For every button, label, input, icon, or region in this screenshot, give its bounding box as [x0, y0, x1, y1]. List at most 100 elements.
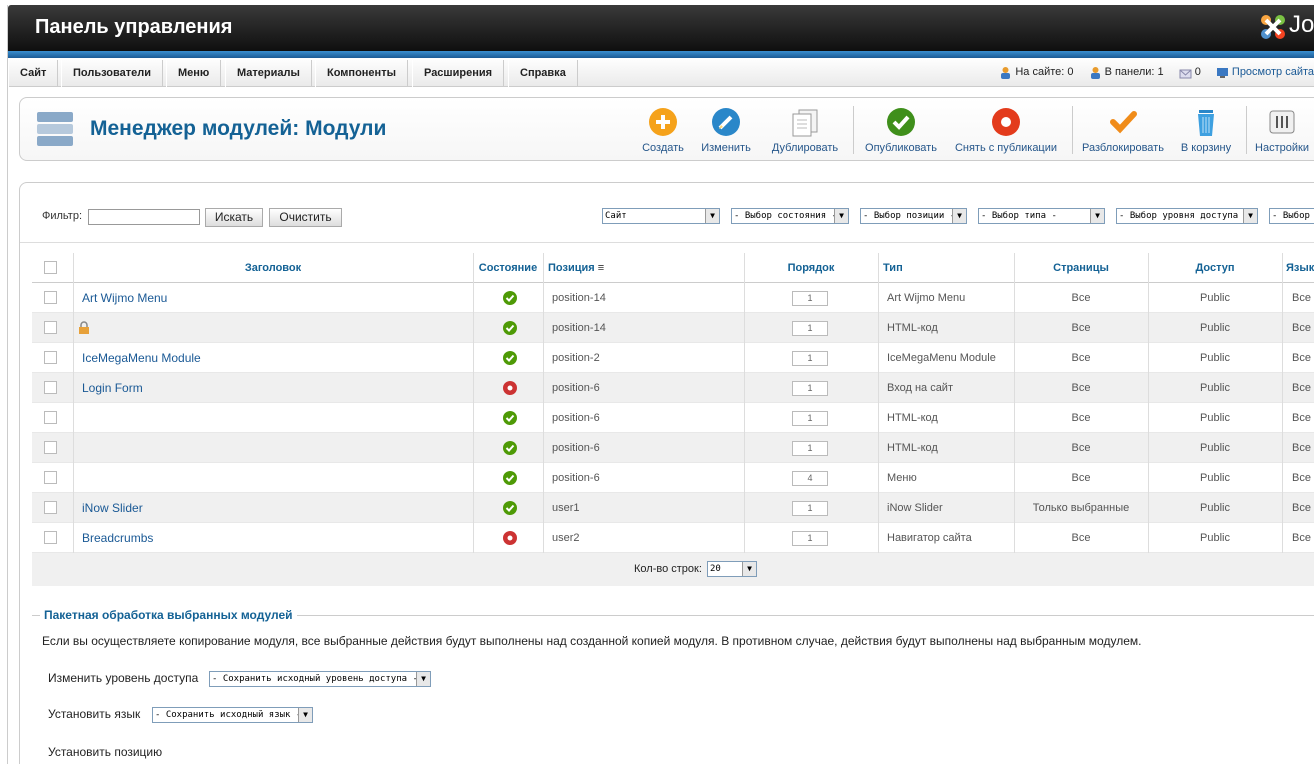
col-position[interactable]: Позиция ≡: [548, 253, 628, 283]
module-title-link[interactable]: Art Wijmo Menu: [82, 283, 462, 313]
messages-status[interactable]: 0: [1179, 60, 1201, 85]
batch-access-label: Изменить уровень доступа: [48, 671, 199, 685]
row-checkbox[interactable]: [44, 411, 57, 424]
copy-button[interactable]: Дублировать: [768, 104, 842, 154]
published-icon[interactable]: [503, 351, 517, 365]
pages-cell: Все: [1071, 382, 1091, 394]
col-pages[interactable]: Страницы: [1015, 253, 1147, 283]
module-title-link[interactable]: [82, 433, 462, 463]
clear-button[interactable]: Очистить: [269, 208, 342, 227]
pages-cell: Все: [1071, 442, 1091, 454]
filter-search-input[interactable]: [88, 209, 200, 225]
search-button[interactable]: Искать: [205, 208, 263, 227]
ordering-input[interactable]: 1: [792, 351, 828, 366]
language-select[interactable]: - Выбор я: [1269, 208, 1314, 224]
users-panel-status[interactable]: В панели: 1: [1089, 60, 1164, 85]
row-checkbox[interactable]: [44, 441, 57, 454]
chevron-down-icon: ▼: [834, 209, 848, 223]
table-row: IceMegaMenu Module position-2 1 IceMegaMenu…: [32, 343, 1314, 373]
client-select[interactable]: Сайт ▼: [602, 208, 720, 224]
column-divider: [744, 313, 745, 343]
col-ordering[interactable]: Порядок: [745, 253, 877, 283]
new-button[interactable]: Создать: [635, 104, 691, 154]
ordering-input[interactable]: 1: [792, 321, 828, 336]
ordering-input[interactable]: 1: [792, 531, 828, 546]
edit-button[interactable]: Изменить: [698, 104, 754, 154]
batch-access-select[interactable]: - Сохранить исходный уровень доступа - ▼: [209, 671, 431, 687]
users-online-status[interactable]: На сайте: 0: [999, 60, 1074, 85]
unpublish-button[interactable]: Снять с публикации: [953, 104, 1059, 154]
rows-per-page-select[interactable]: 20 ▼: [707, 561, 757, 577]
row-checkbox[interactable]: [44, 351, 57, 364]
col-type[interactable]: Тип: [883, 253, 1013, 283]
published-icon[interactable]: [503, 501, 517, 515]
ordering-input[interactable]: 1: [792, 411, 828, 426]
col-state[interactable]: Состояние: [474, 253, 542, 283]
menu-users[interactable]: Пользователи: [61, 60, 164, 87]
access-select[interactable]: - Выбор уровня доступа - ▼: [1116, 208, 1258, 224]
type-cell: iNow Slider: [887, 502, 943, 514]
ordering-input[interactable]: 1: [792, 441, 828, 456]
copy-icon: [792, 109, 818, 137]
checkin-button[interactable]: Разблокировать: [1080, 104, 1166, 154]
col-access[interactable]: Доступ: [1149, 253, 1281, 283]
ordering-input[interactable]: 1: [792, 381, 828, 396]
menu-components[interactable]: Компоненты: [315, 60, 408, 87]
menu-extensions[interactable]: Расширения: [412, 60, 505, 87]
module-title-link[interactable]: [82, 403, 462, 433]
column-divider: [473, 313, 474, 343]
row-checkbox[interactable]: [44, 531, 57, 544]
published-icon[interactable]: [503, 441, 517, 455]
type-select[interactable]: - Выбор типа - ▼: [978, 208, 1105, 224]
col-language[interactable]: Язык: [1286, 253, 1314, 283]
row-checkbox[interactable]: [44, 381, 57, 394]
preview-site-link[interactable]: Просмотр сайта: [1216, 60, 1314, 85]
batch-language-select[interactable]: - Сохранить исходный язык - ▼: [152, 707, 313, 723]
row-checkbox[interactable]: [44, 471, 57, 484]
publish-icon: [887, 108, 915, 136]
column-divider: [744, 433, 745, 463]
ordering-input[interactable]: 1: [792, 291, 828, 306]
column-divider: [73, 493, 74, 523]
module-title-link[interactable]: Breadcrumbs: [82, 523, 462, 553]
module-title-link[interactable]: IceMegaMenu Module: [82, 343, 462, 373]
ordering-input[interactable]: 4: [792, 471, 828, 486]
options-button[interactable]: Настройки: [1254, 104, 1310, 154]
module-title-link[interactable]: [82, 313, 462, 343]
position-select[interactable]: - Выбор позиции - ▼: [860, 208, 967, 224]
module-title-link[interactable]: iNow Slider: [82, 493, 462, 523]
menu-content[interactable]: Материалы: [225, 60, 312, 87]
row-checkbox[interactable]: [44, 291, 57, 304]
column-divider: [473, 403, 474, 433]
trash-button[interactable]: В корзину: [1178, 104, 1234, 154]
menu-site[interactable]: Сайт: [8, 60, 59, 87]
row-checkbox[interactable]: [44, 501, 57, 514]
row-checkbox[interactable]: [44, 321, 57, 334]
mail-icon: [1179, 69, 1192, 79]
column-divider: [73, 523, 74, 553]
column-divider: [1282, 493, 1283, 523]
published-icon[interactable]: [503, 321, 517, 335]
status-area: На сайте: 0 В панели: 1 0 Просмотр сайта: [987, 60, 1314, 87]
column-divider: [1282, 433, 1283, 463]
menu-help[interactable]: Справка: [508, 60, 578, 87]
module-title-link[interactable]: [82, 463, 462, 493]
menu-menus[interactable]: Меню: [166, 60, 222, 87]
published-icon[interactable]: [503, 291, 517, 305]
unpublished-icon[interactable]: [503, 381, 517, 395]
published-icon[interactable]: [503, 411, 517, 425]
column-divider: [1282, 403, 1283, 433]
state-select[interactable]: - Выбор состояния - ▼: [731, 208, 849, 224]
pages-cell: Все: [1071, 472, 1091, 484]
language-cell: Все: [1292, 472, 1311, 484]
published-icon[interactable]: [503, 471, 517, 485]
type-cell: HTML-код: [887, 442, 938, 454]
column-divider: [73, 283, 74, 313]
toolbar-divider: [1072, 106, 1073, 154]
module-title-link[interactable]: Login Form: [82, 373, 462, 403]
col-title[interactable]: Заголовок: [74, 253, 472, 283]
ordering-input[interactable]: 1: [792, 501, 828, 516]
unpublished-icon[interactable]: [503, 531, 517, 545]
select-all-checkbox[interactable]: [44, 261, 57, 274]
publish-button[interactable]: Опубликовать: [862, 104, 940, 154]
